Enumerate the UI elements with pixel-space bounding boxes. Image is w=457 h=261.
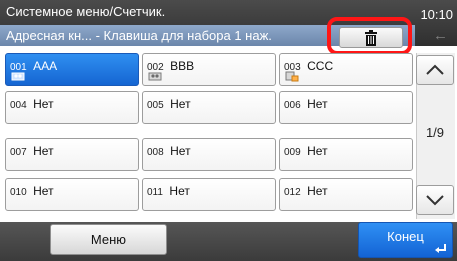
entry-number: 009 [284, 147, 301, 158]
entry-name: Нет [33, 184, 54, 198]
entry-name: Нет [169, 184, 190, 198]
address-entry-008[interactable]: 008 Нет [142, 138, 276, 171]
entry-label: 004 Нет [10, 95, 54, 113]
done-label: Конец [387, 229, 424, 244]
entry-name: Нет [170, 144, 191, 158]
entry-label: 012 Нет [284, 182, 328, 200]
trash-icon [365, 29, 377, 46]
entry-name: Нет [33, 97, 54, 111]
clock: 10:10 [420, 7, 453, 22]
address-entry-006[interactable]: 006 Нет [279, 91, 413, 124]
entry-name: Нет [307, 144, 328, 158]
entry-label: 005 Нет [147, 95, 191, 113]
group-icon [148, 72, 162, 81]
entry-name: AAA [33, 59, 58, 73]
entry-number: 012 [284, 187, 301, 198]
address-entry-011[interactable]: 011 Нет [142, 178, 276, 211]
entry-number: 010 [10, 187, 27, 198]
entry-label: 007 Нет [10, 142, 54, 160]
address-entry-012[interactable]: 012 Нет [279, 178, 413, 211]
entry-label: 011 Нет [147, 182, 190, 200]
entry-label: 006 Нет [284, 95, 328, 113]
entry-name: Нет [307, 184, 328, 198]
address-entry-010[interactable]: 010 Нет [5, 178, 139, 211]
grid-row: 001 AAA 002 BBB 003 CCC [5, 53, 414, 86]
group-icon [11, 72, 25, 81]
grid-row: 007 Нет 008 Нет 009 Нет [5, 138, 414, 171]
address-entry-007[interactable]: 007 Нет [5, 138, 139, 171]
entry-label: 008 Нет [147, 142, 191, 160]
page-indicator: 1/9 [425, 125, 445, 140]
entry-number: 008 [147, 147, 164, 158]
scroll-down-button[interactable] [416, 185, 454, 215]
entry-name: Нет [307, 97, 328, 111]
enter-icon [435, 244, 446, 253]
address-entry-003[interactable]: 003 CCC [279, 53, 413, 86]
entry-label: 009 Нет [284, 142, 328, 160]
entry-number: 006 [284, 100, 301, 111]
entry-name: CCC [307, 59, 334, 73]
entry-number: 011 [147, 187, 163, 198]
entry-number: 005 [147, 100, 164, 111]
menu-button[interactable]: Меню [50, 224, 167, 255]
chevron-down-icon [426, 195, 444, 206]
scroll-up-button[interactable] [416, 55, 454, 85]
entry-name: BBB [170, 59, 195, 73]
subtitle-text: Адресная кн... - Клавиша для набора 1 на… [6, 28, 272, 43]
address-entry-005[interactable]: 005 Нет [142, 91, 276, 124]
page-title: Системное меню/Счетчик. [6, 4, 166, 19]
entry-number: 004 [10, 100, 27, 111]
back-arrow-icon: ← [433, 27, 448, 44]
entry-label: 010 Нет [10, 182, 54, 200]
address-book-screen: Системное меню/Счетчик. 10:10 Адресная к… [0, 0, 457, 261]
address-entry-009[interactable]: 009 Нет [279, 138, 413, 171]
entry-name: Нет [33, 144, 54, 158]
address-entry-002[interactable]: 002 BBB [142, 53, 276, 86]
folder-icon [285, 71, 299, 82]
chevron-up-icon [426, 64, 444, 75]
done-button[interactable]: Конец [358, 222, 453, 258]
address-entry-004[interactable]: 004 Нет [5, 91, 139, 124]
grid-row: 004 Нет 005 Нет 006 Нет [5, 91, 414, 124]
grid-row: 010 Нет 011 Нет 012 Нет [5, 178, 414, 211]
entry-name: Нет [170, 97, 191, 111]
entry-number: 007 [10, 147, 27, 158]
address-entry-001[interactable]: 001 AAA [5, 53, 139, 86]
delete-button[interactable] [339, 27, 403, 48]
